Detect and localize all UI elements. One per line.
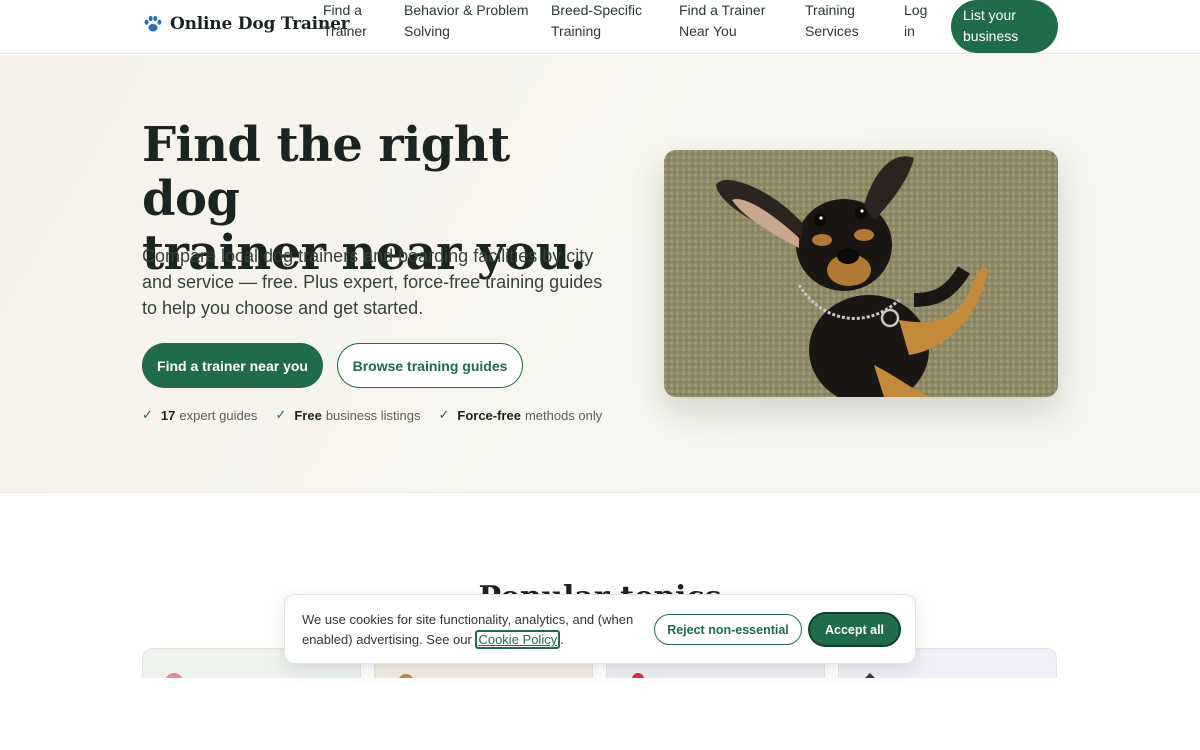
badge-strong: 17 <box>160 407 176 423</box>
hero-dog-photo <box>664 150 1058 397</box>
cookie-message: We use cookies for site functionality, a… <box>302 612 634 647</box>
cookie-text: We use cookies for site functionality, a… <box>302 610 642 650</box>
check-icon: ✓ <box>438 407 450 422</box>
nav-label: Training <box>551 23 602 39</box>
nav-log-in[interactable]: Log in <box>904 0 927 42</box>
nav-training-services[interactable]: Training Services <box>805 0 859 42</box>
find-trainer-button[interactable]: Find a trainer near you <box>142 343 323 388</box>
badge-text: business listings <box>325 407 421 423</box>
site-header: Online Dog Trainer Find a Trainer Behavi… <box>0 0 1200 54</box>
brand-logo[interactable]: Online Dog Trainer <box>142 13 350 35</box>
check-icon: ✓ <box>142 407 153 422</box>
badge-expert-guides: ✓ 17 expert guides <box>142 407 257 423</box>
browse-guides-button[interactable]: Browse training guides <box>337 343 523 388</box>
nav-find-trainer-near-you[interactable]: Find a Trainer Near You <box>679 0 765 42</box>
badge-force-free: ✓ Force-free methods only <box>438 407 602 423</box>
accept-cookies-button[interactable]: Accept all <box>810 614 899 645</box>
badge-strong: Force-free <box>457 407 521 423</box>
nav-label: Trainer <box>323 23 367 39</box>
paw-icon <box>144 15 162 32</box>
hero-badges: ✓ 17 expert guides ✓ Free business listi… <box>142 407 620 423</box>
badge-text: methods only <box>524 407 603 423</box>
hero-description: Compare local dog trainers and boarding … <box>142 246 603 318</box>
nav-label: Find a Trainer <box>679 2 766 18</box>
nav-label: Training <box>805 2 856 18</box>
page-fill <box>0 678 1200 750</box>
nav-label: Behavior & Problem <box>404 2 529 18</box>
nav-label: Solving <box>404 23 450 39</box>
nav-label: Breed-Specific <box>551 2 643 18</box>
badge-strong: Free <box>294 407 322 423</box>
check-icon: ✓ <box>275 407 287 422</box>
cookie-policy-link[interactable]: Cookie Policy <box>475 630 561 649</box>
nav-breed-specific-training[interactable]: Breed-Specific Training <box>551 0 642 42</box>
nav-label: Log <box>904 2 928 18</box>
nav-behavior-problem-solving[interactable]: Behavior & Problem Solving <box>404 0 529 42</box>
cta-label: List your <box>963 7 1016 23</box>
nav-label: Near You <box>679 23 737 39</box>
cta-label: business <box>963 28 1019 44</box>
nav-find-a-trainer[interactable]: Find a Trainer <box>323 0 367 42</box>
list-your-business-button[interactable]: List your business <box>951 0 1058 53</box>
hero-title-line: Find the right dog <box>142 117 510 227</box>
cookie-period: . <box>560 632 564 647</box>
nav-label: Services <box>805 23 859 39</box>
nav-label: Find a <box>323 2 362 18</box>
puppy-illustration <box>664 150 1058 397</box>
badge-free-listings: ✓ Free business listings <box>275 407 420 423</box>
cookie-banner: We use cookies for site functionality, a… <box>284 594 916 664</box>
nav-label: in <box>904 23 915 39</box>
badge-text: expert guides <box>179 407 258 423</box>
reject-cookies-button[interactable]: Reject non-essential <box>654 614 802 645</box>
